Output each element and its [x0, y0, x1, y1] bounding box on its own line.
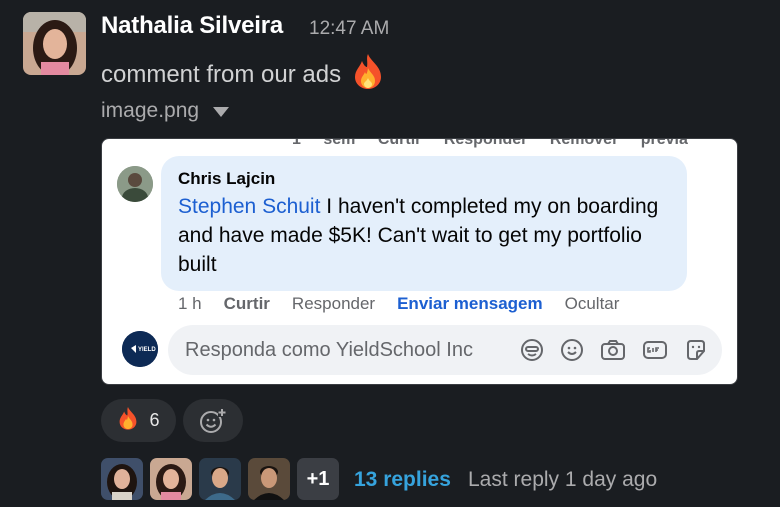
reply-toolbar: [520, 338, 708, 362]
image-attachment[interactable]: 1 sem Curtir Responder Remover prévia Ch…: [101, 138, 738, 385]
last-reply-time: Last reply 1 day ago: [468, 468, 658, 491]
caret-down-icon: [213, 107, 230, 117]
camera-icon: [600, 338, 626, 362]
message-text: comment from our ads: [101, 52, 385, 97]
comment-text: Stephen Schuit I haven't completed my on…: [178, 192, 670, 279]
commenter-avatar: [117, 166, 153, 202]
participant-avatar: [101, 458, 143, 500]
send-message-action: Enviar mensagem: [397, 294, 543, 313]
emoji-icon: [560, 338, 584, 362]
reply-placeholder: Responda como YieldSchool Inc: [185, 338, 473, 361]
comment-age: 1 h: [178, 294, 202, 313]
author-avatar[interactable]: [23, 12, 86, 75]
reply-action: Responder: [291, 294, 376, 313]
cropped-actions-row: 1 sem Curtir Responder Remover prévia: [292, 138, 688, 148]
fire-emoji-icon: [351, 52, 385, 97]
add-emoji-icon: [200, 408, 226, 433]
like-action: Curtir: [223, 294, 270, 313]
mention-link: Stephen Schuit: [178, 195, 321, 218]
reaction-count: 6: [149, 410, 160, 430]
hide-action: Ocultar: [564, 294, 620, 313]
fire-reaction-button[interactable]: 6: [101, 399, 176, 442]
reply-input-box: Responda como YieldSchool Inc: [168, 325, 722, 375]
add-reaction-button[interactable]: [183, 399, 243, 442]
message-timestamp[interactable]: 12:47 AM: [309, 18, 389, 40]
gif-icon: [642, 338, 668, 362]
comment-actions: 1 h Curtir Responder Enviar mensagem Ocu…: [178, 294, 641, 314]
view-replies-link[interactable]: 13 replies: [354, 468, 451, 492]
fire-reaction-icon: [117, 405, 139, 436]
thread-participants[interactable]: +1: [101, 458, 339, 500]
page-avatar-text: YIELD: [138, 347, 156, 353]
participant-avatar: [248, 458, 290, 500]
participant-avatar: [199, 458, 241, 500]
more-participants-badge: +1: [297, 458, 339, 500]
avatar-sticker-icon: [520, 338, 544, 362]
message-body: comment from our ads: [101, 60, 342, 88]
commenter-name: Chris Lajcin: [178, 169, 276, 188]
sticker-icon: [684, 338, 708, 362]
attachment-filename: image.png: [101, 99, 200, 122]
page-avatar: YIELD: [122, 331, 158, 367]
author-name[interactable]: Nathalia Silveira: [101, 12, 283, 40]
participant-avatar: [150, 458, 192, 500]
attachment-toggle[interactable]: image.png: [101, 99, 230, 123]
comment-bubble: Chris Lajcin Stephen Schuit I haven't co…: [161, 156, 687, 291]
